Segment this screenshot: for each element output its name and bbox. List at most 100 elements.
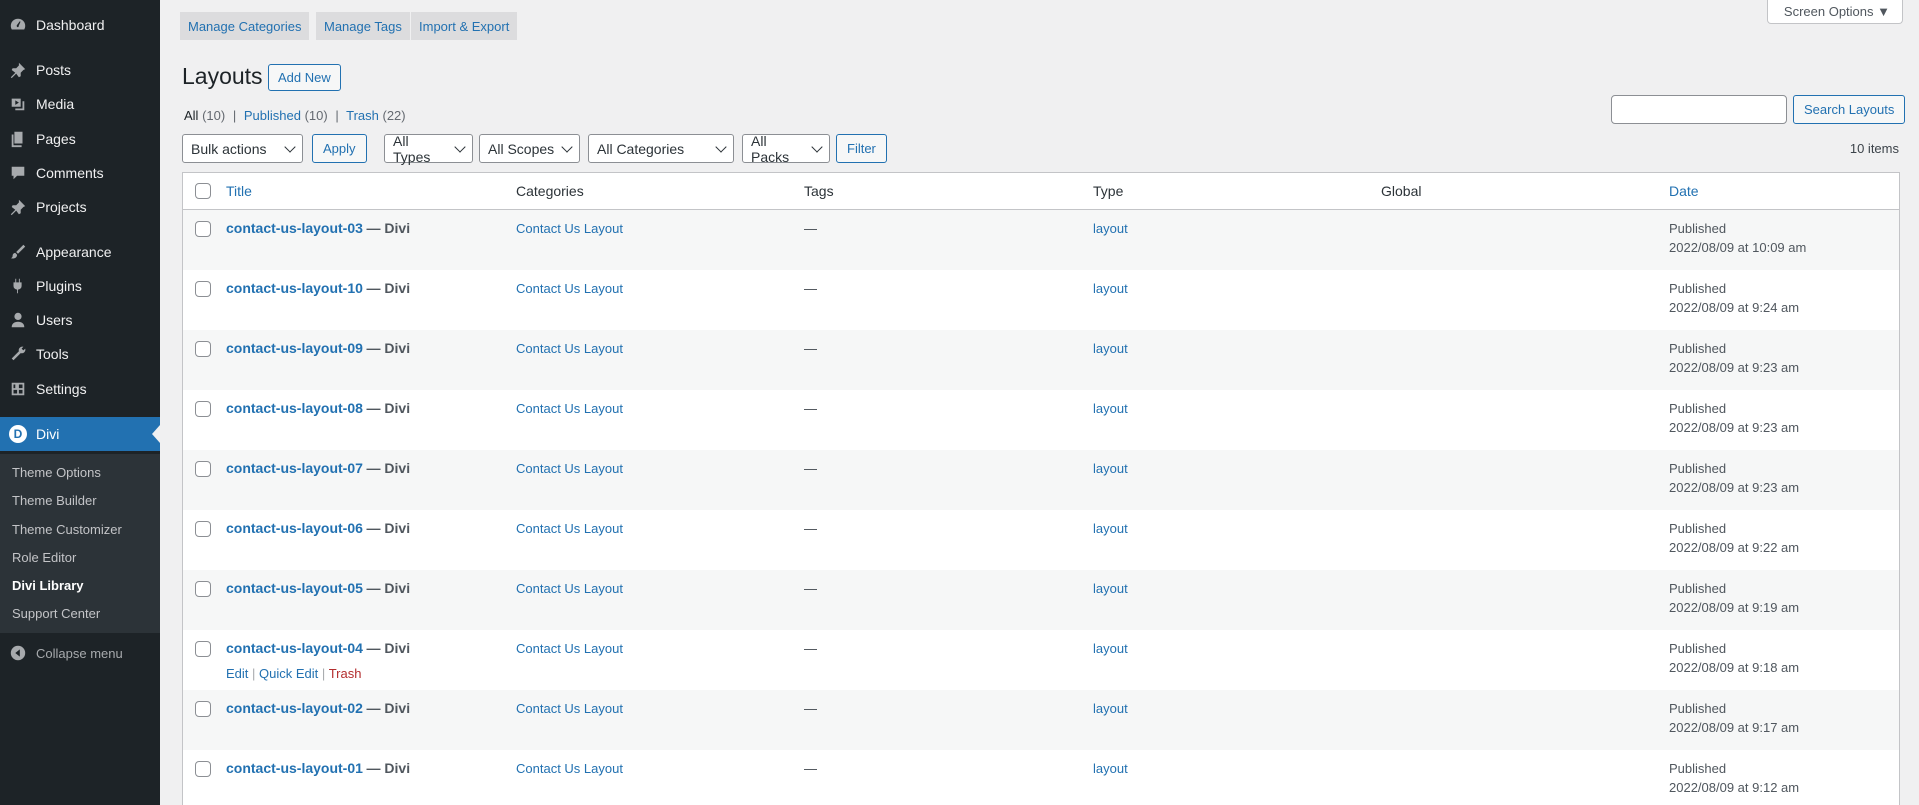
sidebar-item-media[interactable]: Media [0,87,160,121]
column-title[interactable]: Title [226,183,252,199]
row-checkbox[interactable] [195,281,211,297]
row-category-link[interactable]: Contact Us Layout [516,581,623,596]
sidebar-item-settings[interactable]: Settings [0,372,160,406]
row-title-suffix: — Divi [366,640,411,656]
types-value: All Types [393,132,431,165]
row-checkbox[interactable] [195,641,211,657]
categories-select[interactable]: All Categories [588,134,734,163]
submenu-theme-builder[interactable]: Theme Builder [12,493,97,508]
row-checkbox[interactable] [195,761,211,777]
row-checkbox[interactable] [195,581,211,597]
sidebar-item-comments[interactable]: Comments [0,156,160,190]
sidebar-item-pages[interactable]: Pages [0,122,160,156]
row-type-link[interactable]: layout [1093,701,1128,716]
sidebar-item-label: Users [36,312,73,328]
row-type-link[interactable]: layout [1093,761,1128,776]
row-title-link[interactable]: contact-us-layout-04 [226,640,363,656]
table-row: contact-us-layout-05 — Divi Contact Us La… [183,570,1899,630]
row-checkbox[interactable] [195,521,211,537]
row-title-link[interactable]: contact-us-layout-05 [226,580,363,596]
row-category-link[interactable]: Contact Us Layout [516,461,623,476]
sidebar-item-label: Projects [36,199,87,215]
sidebar-item-posts[interactable]: Posts [0,53,160,87]
chevron-down-icon [454,141,466,153]
view-all-label[interactable]: All [184,108,198,123]
search-layouts-button[interactable]: Search Layouts [1793,95,1906,124]
submenu-theme-customizer[interactable]: Theme Customizer [12,522,122,537]
row-category-link[interactable]: Contact Us Layout [516,221,623,236]
row-action-quick-edit[interactable]: Quick Edit [259,666,318,681]
row-category-link[interactable]: Contact Us Layout [516,521,623,536]
row-title-link[interactable]: contact-us-layout-06 [226,520,363,536]
sidebar-item-dashboard[interactable]: Dashboard [0,8,160,42]
table-row: contact-us-layout-02 — Divi Contact Us La… [183,690,1899,750]
sidebar-item-appearance[interactable]: Appearance [0,235,160,269]
screen-options-button[interactable]: Screen Options ▼ [1766,0,1903,24]
submenu-support-center[interactable]: Support Center [12,606,100,621]
row-type-link[interactable]: layout [1093,401,1128,416]
view-published-link[interactable]: Published [244,108,301,123]
filter-button[interactable]: Filter [836,134,887,163]
chevron-down-icon [284,141,296,153]
row-action-edit[interactable]: Edit [226,666,248,681]
select-all-checkbox[interactable] [195,183,211,199]
types-select[interactable]: All Types [384,132,473,165]
row-title-link[interactable]: contact-us-layout-09 [226,340,363,356]
scopes-select[interactable]: All Scopes [479,134,580,163]
row-category-link[interactable]: Contact Us Layout [516,641,623,656]
row-checkbox[interactable] [195,461,211,477]
row-title-link[interactable]: contact-us-layout-10 [226,280,363,296]
row-category-link[interactable]: Contact Us Layout [516,761,623,776]
row-title-link[interactable]: contact-us-layout-08 [226,400,363,416]
row-checkbox[interactable] [195,701,211,717]
row-type-link[interactable]: layout [1093,281,1128,296]
row-action-trash[interactable]: Trash [329,666,362,681]
row-checkbox[interactable] [195,221,211,237]
row-title-suffix: — Divi [366,520,411,536]
row-category-link[interactable]: Contact Us Layout [516,401,623,416]
row-status: Published [1669,461,1727,476]
view-trash-count: (22) [382,108,406,123]
row-status: Published [1669,401,1727,416]
row-type-link[interactable]: layout [1093,221,1128,236]
row-checkbox[interactable] [195,341,211,357]
sidebar-item-tools[interactable]: Tools [0,337,160,371]
row-type-link[interactable]: layout [1093,521,1128,536]
add-new-button[interactable]: Add New [268,64,341,91]
table-row: contact-us-layout-10 — Divi Contact Us La… [183,270,1899,330]
row-category-link[interactable]: Contact Us Layout [516,281,623,296]
row-type-link[interactable]: layout [1093,461,1128,476]
row-checkbox[interactable] [195,401,211,417]
row-title-link[interactable]: contact-us-layout-01 [226,760,363,776]
row-date: 2022/08/09 at 9:18 am [1669,660,1800,675]
column-date[interactable]: Date [1669,183,1699,199]
sidebar-item-projects[interactable]: Projects [0,190,160,224]
tab-import-export[interactable]: Import & Export [411,12,518,40]
tab-manage-categories[interactable]: Manage Categories [180,12,310,40]
row-type-link[interactable]: layout [1093,581,1128,596]
submenu-theme-options[interactable]: Theme Options [12,465,101,480]
submenu-role-editor[interactable]: Role Editor [12,550,76,565]
apply-button[interactable]: Apply [312,134,367,163]
submenu-divi-library[interactable]: Divi Library [12,578,84,593]
sidebar-item-plugins[interactable]: Plugins [0,269,160,303]
search-input[interactable] [1611,95,1787,124]
row-title-link[interactable]: contact-us-layout-03 [226,220,363,236]
view-trash-link[interactable]: Trash [346,108,379,123]
sidebar-item-users[interactable]: Users [0,303,160,337]
row-category-link[interactable]: Contact Us Layout [516,701,623,716]
collapse-menu-button[interactable]: Collapse menu [0,636,160,670]
bulk-actions-select[interactable]: Bulk actions [182,134,303,163]
tab-manage-tags[interactable]: Manage Tags [316,12,410,40]
pushpin-icon [0,198,36,216]
row-category-link[interactable]: Contact Us Layout [516,341,623,356]
row-type-link[interactable]: layout [1093,641,1128,656]
sidebar-item-label: Appearance [36,244,112,260]
row-title-link[interactable]: contact-us-layout-02 [226,700,363,716]
row-type-link[interactable]: layout [1093,341,1128,356]
row-tags: — [804,701,817,716]
sidebar-item-divi[interactable]: D Divi [0,417,160,451]
row-title-link[interactable]: contact-us-layout-07 [226,460,363,476]
packs-select[interactable]: All Packs [742,133,830,165]
column-global: Global [1381,183,1422,199]
